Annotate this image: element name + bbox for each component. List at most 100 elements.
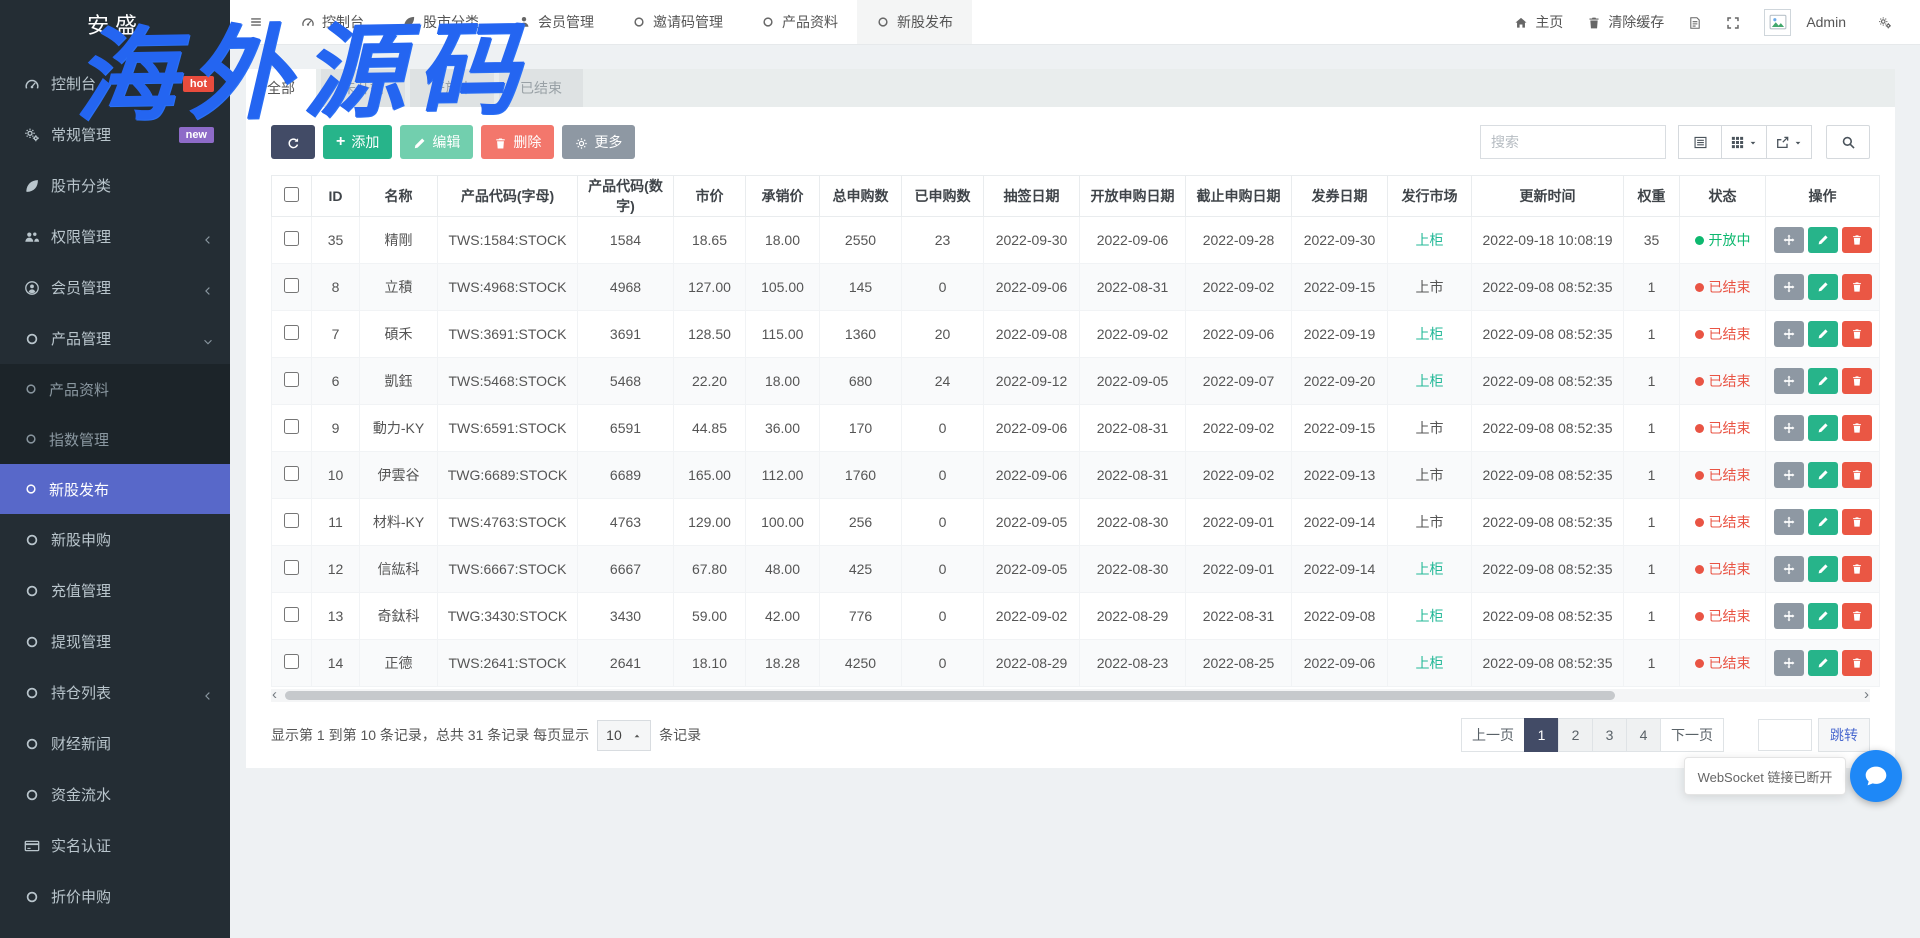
nav-tab-members[interactable]: 会员管理 xyxy=(498,0,613,44)
move-row-button[interactable] xyxy=(1774,227,1804,253)
nav-tab-market-category[interactable]: 股市分类 xyxy=(383,0,498,44)
row-checkbox[interactable] xyxy=(284,325,299,340)
sidebar-item-fund-flow[interactable]: 资金流水 xyxy=(0,769,230,820)
row-checkbox[interactable] xyxy=(284,654,299,669)
sidebar-item-dashboard[interactable]: 控制台hot xyxy=(0,58,230,109)
edit-button[interactable]: 编辑 xyxy=(400,125,473,159)
move-row-button[interactable] xyxy=(1774,603,1804,629)
market-label[interactable]: 上柜 xyxy=(1416,326,1444,342)
horizontal-scrollbar[interactable]: ‹ › xyxy=(271,689,1870,702)
language-button[interactable] xyxy=(1676,14,1714,30)
nav-tab-invite-codes[interactable]: 邀请码管理 xyxy=(613,0,742,44)
row-checkbox[interactable] xyxy=(284,513,299,528)
sidebar-item-new-stock-apply[interactable]: 新股申购 xyxy=(0,514,230,565)
move-row-button[interactable] xyxy=(1774,556,1804,582)
more-button[interactable]: 更多 xyxy=(562,125,635,159)
clear-cache-button[interactable]: 清除缓存 xyxy=(1575,12,1676,32)
columns-button[interactable] xyxy=(1721,125,1767,159)
settings-button[interactable] xyxy=(1866,14,1904,30)
filter-tab-ended[interactable]: 已结束 xyxy=(499,69,583,107)
edit-row-button[interactable] xyxy=(1808,321,1838,347)
sidebar-item-index-mgmt[interactable]: 指数管理 xyxy=(0,414,230,464)
page-button-3[interactable]: 3 xyxy=(1592,718,1627,752)
market-label[interactable]: 上柜 xyxy=(1416,561,1444,577)
page-button-1[interactable]: 1 xyxy=(1524,718,1559,752)
move-row-button[interactable] xyxy=(1774,462,1804,488)
filter-tab-not-started[interactable]: 未开始 xyxy=(321,69,405,107)
delete-row-button[interactable] xyxy=(1842,603,1872,629)
delete-row-button[interactable] xyxy=(1842,509,1872,535)
move-row-button[interactable] xyxy=(1774,321,1804,347)
page-button-4[interactable]: 4 xyxy=(1626,718,1661,752)
row-checkbox[interactable] xyxy=(284,372,299,387)
delete-row-button[interactable] xyxy=(1842,274,1872,300)
delete-row-button[interactable] xyxy=(1842,650,1872,676)
row-checkbox[interactable] xyxy=(284,278,299,293)
row-checkbox[interactable] xyxy=(284,466,299,481)
sidebar-item-product-info[interactable]: 产品资料 xyxy=(0,364,230,414)
move-row-button[interactable] xyxy=(1774,650,1804,676)
edit-row-button[interactable] xyxy=(1808,556,1838,582)
sidebar-item-discount-apply[interactable]: 折价申购 xyxy=(0,871,230,922)
sidebar-item-positions[interactable]: 持仓列表 xyxy=(0,667,230,718)
move-row-button[interactable] xyxy=(1774,274,1804,300)
sidebar-item-withdraw[interactable]: 提现管理 xyxy=(0,616,230,667)
home-button[interactable]: 主页 xyxy=(1502,12,1575,32)
edit-row-button[interactable] xyxy=(1808,603,1838,629)
edit-row-button[interactable] xyxy=(1808,227,1838,253)
fullscreen-button[interactable] xyxy=(1714,14,1752,30)
sidebar-item-permissions[interactable]: 权限管理 xyxy=(0,211,230,262)
market-label[interactable]: 上柜 xyxy=(1416,608,1444,624)
delete-row-button[interactable] xyxy=(1842,415,1872,441)
add-button[interactable]: +添加 xyxy=(323,125,392,159)
edit-row-button[interactable] xyxy=(1808,368,1838,394)
nav-tab-new-stock-publish[interactable]: 新股发布 xyxy=(857,0,972,44)
move-row-button[interactable] xyxy=(1774,368,1804,394)
per-page-select[interactable]: 10 xyxy=(597,720,651,751)
sidebar-item-real-name[interactable]: 实名认证 xyxy=(0,820,230,871)
sidebar-item-finance-news[interactable]: 财经新闻 xyxy=(0,718,230,769)
sidebar-item-general[interactable]: 常规管理new xyxy=(0,109,230,160)
nav-tab-product-info[interactable]: 产品资料 xyxy=(742,0,857,44)
row-checkbox[interactable] xyxy=(284,231,299,246)
edit-row-button[interactable] xyxy=(1808,650,1838,676)
sidebar-item-new-stock-publish[interactable]: 新股发布 xyxy=(0,464,230,514)
delete-row-button[interactable] xyxy=(1842,462,1872,488)
scrollbar-thumb[interactable] xyxy=(285,691,1615,700)
edit-row-button[interactable] xyxy=(1808,415,1838,441)
edit-row-button[interactable] xyxy=(1808,274,1838,300)
delete-row-button[interactable] xyxy=(1842,368,1872,394)
page-button-2[interactable]: 2 xyxy=(1558,718,1593,752)
next-page-button[interactable]: 下一页 xyxy=(1660,718,1724,752)
search-button[interactable] xyxy=(1826,125,1870,159)
nav-tab-dashboard[interactable]: 控制台 xyxy=(282,0,383,44)
delete-row-button[interactable] xyxy=(1842,227,1872,253)
chat-widget-button[interactable] xyxy=(1850,750,1902,802)
scroll-right-arrow[interactable]: › xyxy=(1864,686,1869,703)
sidebar-item-members[interactable]: 会员管理 xyxy=(0,262,230,313)
select-all-checkbox[interactable] xyxy=(284,187,299,202)
delete-button[interactable]: 删除 xyxy=(481,125,554,159)
market-label[interactable]: 上柜 xyxy=(1416,232,1444,248)
row-checkbox[interactable] xyxy=(284,560,299,575)
sidebar-item-recharge[interactable]: 充值管理 xyxy=(0,565,230,616)
user-menu[interactable]: Admin xyxy=(1752,9,1866,36)
refresh-button[interactable] xyxy=(271,125,315,159)
market-label[interactable]: 上柜 xyxy=(1416,655,1444,671)
delete-row-button[interactable] xyxy=(1842,321,1872,347)
scroll-left-arrow[interactable]: ‹ xyxy=(272,686,277,703)
jump-page-input[interactable] xyxy=(1758,719,1812,751)
filter-tab-open[interactable]: 开放中 xyxy=(410,69,494,107)
search-input[interactable] xyxy=(1480,125,1666,159)
move-row-button[interactable] xyxy=(1774,415,1804,441)
row-checkbox[interactable] xyxy=(284,419,299,434)
sidebar-item-products[interactable]: 产品管理 xyxy=(0,313,230,364)
sidebar-item-market-category[interactable]: 股市分类 xyxy=(0,160,230,211)
detail-view-button[interactable] xyxy=(1678,125,1722,159)
market-label[interactable]: 上柜 xyxy=(1416,373,1444,389)
row-checkbox[interactable] xyxy=(284,607,299,622)
nav-tab-menu[interactable] xyxy=(230,0,282,44)
delete-row-button[interactable] xyxy=(1842,556,1872,582)
export-button[interactable] xyxy=(1766,125,1812,159)
filter-tab-all[interactable]: 全部 xyxy=(246,69,316,107)
